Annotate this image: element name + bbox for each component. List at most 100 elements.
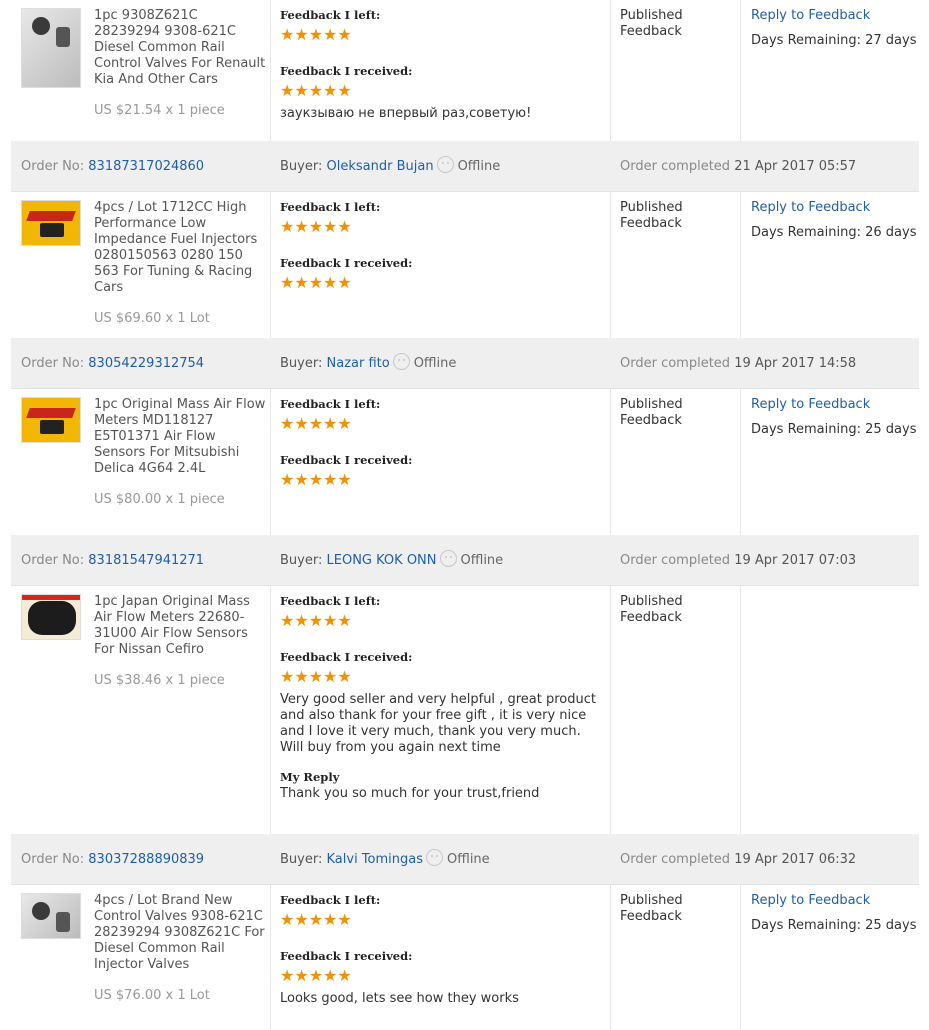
order-body: 1pc Original Mass Air Flow Meters MD1181… <box>11 389 919 535</box>
order-header: Order No: 83187317024860 Buyer: Oleksand… <box>11 141 919 192</box>
order-completed-label: Order completed <box>620 553 731 568</box>
status-cell: Published Feedback <box>611 885 741 1030</box>
chat-offline-icon[interactable] <box>436 156 454 173</box>
order-block: Order No: 83054229312754 Buyer: Nazar fi… <box>11 338 919 535</box>
reply-to-feedback-link[interactable]: Reply to Feedback <box>751 893 919 908</box>
status-cell: Published Feedback <box>611 192 741 338</box>
buyer-name-link[interactable]: Kalvi Tomingas <box>327 852 424 867</box>
status-published: Published Feedback <box>620 594 683 625</box>
action-cell: Reply to Feedback Days Remaining: 27 day… <box>741 0 919 141</box>
product-title[interactable]: 1pc 9308Z621C 28239294 9308-621C Diesel … <box>94 8 266 88</box>
my-reply-text: Thank you so much for your trust,friend <box>280 786 540 801</box>
buyer-label: Buyer: <box>280 159 323 174</box>
days-remaining: Days Remaining: 26 days <box>751 225 917 240</box>
star-rating: ★★★★★ <box>280 414 352 433</box>
star-rating: ★★★★★ <box>280 273 352 292</box>
reply-to-feedback-link[interactable]: Reply to Feedback <box>751 8 919 23</box>
chat-offline-icon[interactable] <box>392 353 410 370</box>
feedback-received-label: Feedback I received: <box>280 453 413 467</box>
product-price: US $69.60 x 1 Lot <box>94 311 210 326</box>
feedback-cell: Feedback I left: ★★★★★ Feedback I receiv… <box>271 885 611 1030</box>
reply-to-feedback-link[interactable]: Reply to Feedback <box>751 200 919 215</box>
product-title[interactable]: 4pcs / Lot Brand New Control Valves 9308… <box>94 893 266 973</box>
star-rating: ★★★★★ <box>280 966 352 985</box>
feedback-received-label: Feedback I received: <box>280 650 413 664</box>
star-rating: ★★★★★ <box>280 470 352 489</box>
feedback-cell: Feedback I left: ★★★★★ Feedback I receiv… <box>271 389 611 535</box>
star-rating: ★★★★★ <box>280 910 352 929</box>
action-cell: Reply to Feedback Days Remaining: 25 day… <box>741 389 919 535</box>
buyer-label: Buyer: <box>280 553 323 568</box>
product-cell: 1pc Original Mass Air Flow Meters MD1181… <box>11 389 271 535</box>
status-published: Published Feedback <box>620 200 683 231</box>
feedback-received-label: Feedback I received: <box>280 64 413 78</box>
order-date: 19 Apr 2017 06:32 <box>734 852 857 867</box>
chat-offline-icon[interactable] <box>439 550 457 567</box>
order-body: 4pcs / Lot Brand New Control Valves 9308… <box>11 885 919 1030</box>
offline-status: Offline <box>457 159 501 174</box>
product-title[interactable]: 4pcs / Lot 1712CC High Performance Low I… <box>94 200 266 296</box>
buyer-name-link[interactable]: Oleksandr Bujan <box>327 159 434 174</box>
order-header: Order No: 83181547941271 Buyer: LEONG KO… <box>11 535 919 586</box>
order-no-label: Order No: <box>21 852 85 867</box>
product-thumbnail[interactable] <box>21 594 81 640</box>
status-published: Published Feedback <box>620 893 683 924</box>
product-thumbnail[interactable] <box>21 397 81 443</box>
order-number-link[interactable]: 83054229312754 <box>88 356 204 371</box>
action-cell <box>741 586 919 834</box>
feedback-received-label: Feedback I received: <box>280 256 413 270</box>
order-no-label: Order No: <box>21 553 85 568</box>
order-block: Order No: 83187317024860 Buyer: Oleksand… <box>11 141 919 338</box>
offline-status: Offline <box>460 553 504 568</box>
buyer-label: Buyer: <box>280 356 323 371</box>
order-header: Order No: 83037288890839 Buyer: Kalvi To… <box>11 834 919 885</box>
action-cell: Reply to Feedback Days Remaining: 25 day… <box>741 885 919 1030</box>
order-number-link[interactable]: 83187317024860 <box>88 159 204 174</box>
feedback-list: 1pc 9308Z621C 28239294 9308-621C Diesel … <box>11 0 919 1030</box>
status-cell: Published Feedback <box>611 586 741 834</box>
offline-status: Offline <box>413 356 457 371</box>
order-block: Order No: 83181547941271 Buyer: LEONG KO… <box>11 535 919 834</box>
order-block: Order No: 83037288890839 Buyer: Kalvi To… <box>11 834 919 1030</box>
order-completed-label: Order completed <box>620 852 731 867</box>
order-body: 1pc Japan Original Mass Air Flow Meters … <box>11 586 919 834</box>
order-number-link[interactable]: 83037288890839 <box>88 852 204 867</box>
reply-to-feedback-link[interactable]: Reply to Feedback <box>751 397 919 412</box>
feedback-left-label: Feedback I left: <box>280 397 381 411</box>
product-thumbnail[interactable] <box>21 893 81 939</box>
buyer-label: Buyer: <box>280 852 323 867</box>
product-thumbnail[interactable] <box>21 8 81 88</box>
days-remaining: Days Remaining: 27 days <box>751 33 917 48</box>
buyer-name-link[interactable]: LEONG KOK ONN <box>327 553 437 568</box>
star-rating: ★★★★★ <box>280 217 352 236</box>
status-published: Published Feedback <box>620 397 683 428</box>
order-body: 4pcs / Lot 1712CC High Performance Low I… <box>11 192 919 338</box>
product-price: US $38.46 x 1 piece <box>94 673 225 688</box>
star-rating: ★★★★★ <box>280 611 352 630</box>
product-cell: 4pcs / Lot Brand New Control Valves 9308… <box>11 885 271 1030</box>
chat-offline-icon[interactable] <box>426 849 444 866</box>
feedback-left-label: Feedback I left: <box>280 893 381 907</box>
buyer-name-link[interactable]: Nazar fito <box>327 356 390 371</box>
order-number-link[interactable]: 83181547941271 <box>88 553 204 568</box>
offline-status: Offline <box>447 852 490 867</box>
order-completed-label: Order completed <box>620 159 731 174</box>
product-cell: 4pcs / Lot 1712CC High Performance Low I… <box>11 192 271 338</box>
buyer-comment: заукзываю не впервый раз,советую! <box>280 106 532 121</box>
feedback-left-label: Feedback I left: <box>280 594 381 608</box>
star-rating: ★★★★★ <box>280 667 352 686</box>
product-title[interactable]: 1pc Japan Original Mass Air Flow Meters … <box>94 594 266 658</box>
product-price: US $80.00 x 1 piece <box>94 492 225 507</box>
product-price: US $21.54 x 1 piece <box>94 103 225 118</box>
action-cell: Reply to Feedback Days Remaining: 26 day… <box>741 192 919 338</box>
days-remaining: Days Remaining: 25 days <box>751 918 917 933</box>
product-title[interactable]: 1pc Original Mass Air Flow Meters MD1181… <box>94 397 266 477</box>
feedback-left-label: Feedback I left: <box>280 200 381 214</box>
feedback-cell: Feedback I left: ★★★★★ Feedback I receiv… <box>271 586 611 834</box>
days-remaining: Days Remaining: 25 days <box>751 422 917 437</box>
product-cell: 1pc 9308Z621C 28239294 9308-621C Diesel … <box>11 0 271 141</box>
buyer-comment: Looks good, lets see how they works <box>280 991 519 1006</box>
product-thumbnail[interactable] <box>21 200 81 246</box>
product-price: US $76.00 x 1 Lot <box>94 988 210 1003</box>
order-no-label: Order No: <box>21 356 85 371</box>
